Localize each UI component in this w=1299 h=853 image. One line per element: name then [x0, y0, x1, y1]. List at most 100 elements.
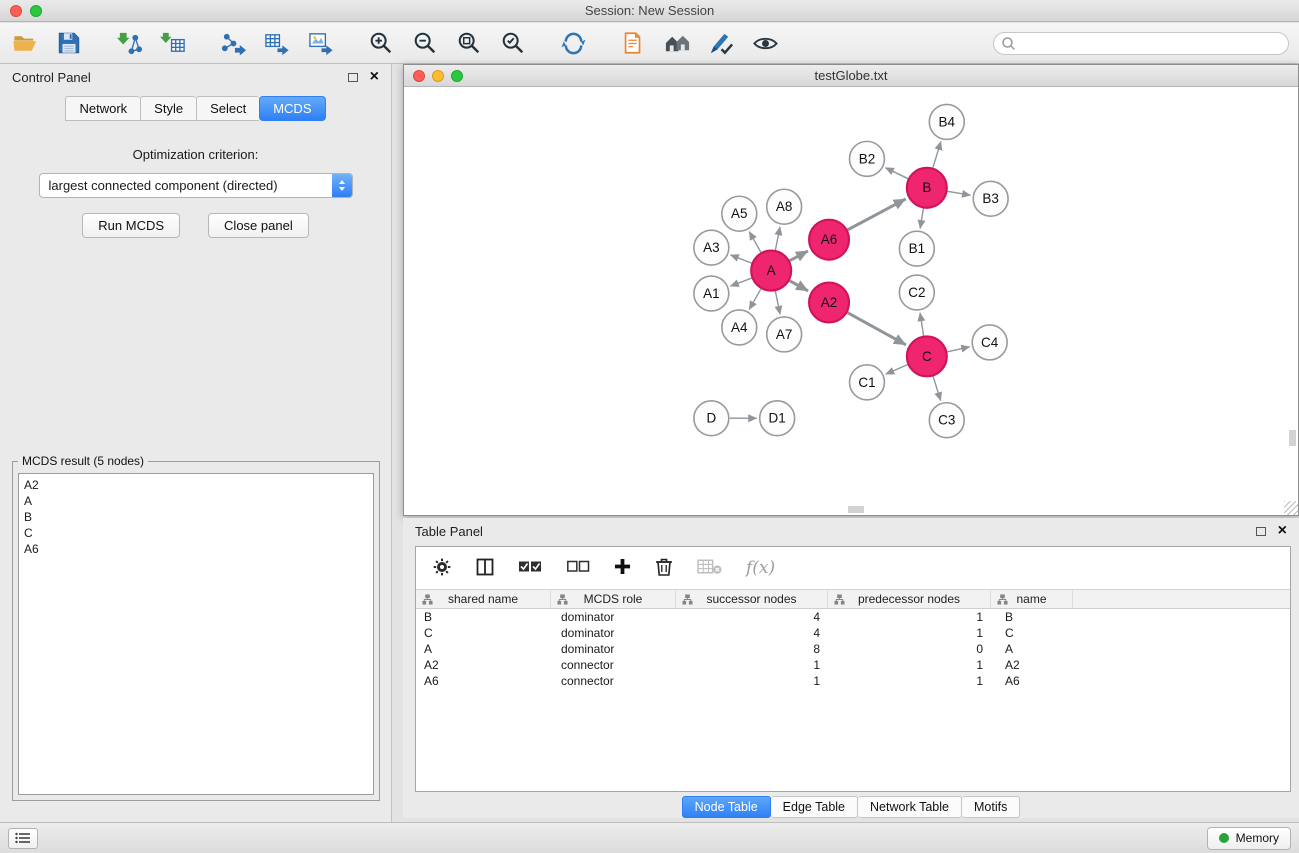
column-header-name[interactable]: name [991, 590, 1073, 608]
table-cell[interactable]: 4 [676, 610, 828, 624]
edge-A-A7[interactable] [775, 291, 780, 314]
node-B[interactable]: B [907, 168, 947, 208]
zoom-in-button[interactable] [364, 26, 398, 60]
export-image-button[interactable] [304, 26, 338, 60]
table-cell[interactable]: dominator [551, 610, 676, 624]
edge-A-A4[interactable] [749, 289, 761, 310]
node-C3[interactable]: C3 [929, 403, 964, 438]
tab-mcds[interactable]: MCDS [259, 96, 325, 121]
table-cell[interactable]: 1 [676, 658, 828, 672]
table-cell[interactable]: A [991, 642, 1073, 656]
table-cell[interactable]: B [991, 610, 1073, 624]
edge-A-A3[interactable] [730, 255, 751, 263]
edge-A-A5[interactable] [749, 232, 761, 253]
table-settings-button[interactable] [432, 557, 452, 580]
node-B2[interactable]: B2 [850, 141, 885, 176]
edge-B-B4[interactable] [933, 141, 941, 167]
table-cell[interactable]: B [416, 610, 551, 624]
table-cell[interactable]: dominator [551, 626, 676, 640]
node-B3[interactable]: B3 [973, 181, 1008, 216]
table-cell[interactable]: dominator [551, 642, 676, 656]
table-cell[interactable]: 1 [828, 626, 991, 640]
import-network-button[interactable] [112, 26, 146, 60]
node-C1[interactable]: C1 [850, 365, 885, 400]
delete-column-button[interactable] [655, 557, 673, 580]
table-cell[interactable]: A6 [416, 674, 551, 688]
table-cell[interactable]: 8 [676, 642, 828, 656]
node-A[interactable]: A [751, 251, 791, 291]
close-panel-button[interactable]: Close panel [208, 213, 309, 238]
close-table-panel-icon[interactable]: × [1278, 525, 1287, 537]
network-window-titlebar[interactable]: testGlobe.txt [404, 65, 1298, 87]
table-cell[interactable]: connector [551, 658, 676, 672]
table-row[interactable]: Cdominator41C [416, 625, 1290, 641]
import-table-button[interactable] [156, 26, 190, 60]
dropdown-stepper[interactable] [332, 174, 352, 197]
edge-C-C3[interactable] [933, 376, 941, 400]
tab-style[interactable]: Style [140, 96, 196, 121]
network-canvas[interactable]: B4B2BB3A8A5A6A3B1AC2A1A2A4A7C4CC1C3DD1 [404, 88, 1298, 515]
edge-A-A6[interactable] [790, 251, 808, 261]
show-columns-button[interactable] [476, 558, 494, 579]
table-cell[interactable]: 1 [828, 658, 991, 672]
edge-B-B1[interactable] [920, 208, 923, 228]
table-cell[interactable]: C [416, 626, 551, 640]
table-cell[interactable]: 1 [676, 674, 828, 688]
resize-grip[interactable] [1284, 501, 1298, 515]
edge-A-A8[interactable] [775, 227, 780, 250]
close-window-button[interactable] [10, 5, 22, 17]
node-C4[interactable]: C4 [972, 325, 1007, 360]
node-A4[interactable]: A4 [722, 310, 757, 345]
node-C2[interactable]: C2 [899, 275, 934, 310]
network-graph[interactable]: B4B2BB3A8A5A6A3B1AC2A1A2A4A7C4CC1C3DD1 [404, 88, 1298, 515]
result-item-c[interactable]: C [24, 525, 368, 541]
edge-A-A1[interactable] [730, 278, 751, 286]
edge-C-C1[interactable] [886, 365, 908, 374]
search-input[interactable] [1020, 33, 1288, 54]
apply-layout-button[interactable] [556, 26, 590, 60]
export-table-button[interactable] [260, 26, 294, 60]
table-cell[interactable]: A [416, 642, 551, 656]
node-D1[interactable]: D1 [760, 401, 795, 436]
open-folder-button[interactable] [8, 26, 42, 60]
export-network-button[interactable] [216, 26, 250, 60]
node-D[interactable]: D [694, 401, 729, 436]
table-cell[interactable]: 4 [676, 626, 828, 640]
node-B4[interactable]: B4 [929, 104, 964, 139]
node-A5[interactable]: A5 [722, 196, 757, 231]
edge-C-C2[interactable] [920, 313, 924, 336]
graphics-details-button[interactable] [660, 26, 694, 60]
function-builder-button[interactable]: f(x) [746, 558, 775, 578]
horizontal-scrollbar-thumb[interactable] [848, 506, 864, 513]
table-cell[interactable]: A2 [991, 658, 1073, 672]
table-cell[interactable]: 1 [828, 674, 991, 688]
node-A1[interactable]: A1 [694, 276, 729, 311]
result-item-b[interactable]: B [24, 509, 368, 525]
node-A6[interactable]: A6 [809, 220, 849, 260]
tab-network[interactable]: Network [65, 96, 140, 121]
table-row[interactable]: Adominator80A [416, 641, 1290, 657]
edge-B-B3[interactable] [947, 191, 970, 195]
network-zoom-button[interactable] [451, 70, 463, 82]
node-A8[interactable]: A8 [767, 189, 802, 224]
tab-edge-table[interactable]: Edge Table [771, 796, 858, 818]
edge-C-C4[interactable] [947, 347, 969, 352]
table-cell[interactable]: A2 [416, 658, 551, 672]
node-A2[interactable]: A2 [809, 283, 849, 323]
table-row[interactable]: A6connector11A6 [416, 673, 1290, 689]
show-hide-button[interactable] [748, 26, 782, 60]
node-A3[interactable]: A3 [694, 230, 729, 265]
table-cell[interactable]: 0 [828, 642, 991, 656]
column-header-shared-name[interactable]: shared name [416, 590, 551, 608]
tab-node-table[interactable]: Node Table [682, 796, 771, 818]
tab-network-table[interactable]: Network Table [858, 796, 962, 818]
zoom-out-button[interactable] [408, 26, 442, 60]
tab-motifs[interactable]: Motifs [962, 796, 1020, 818]
float-table-panel-icon[interactable] [1256, 527, 1266, 536]
node-C[interactable]: C [907, 336, 947, 376]
result-item-a2[interactable]: A2 [24, 477, 368, 493]
search-box[interactable] [993, 32, 1289, 55]
table-row[interactable]: Bdominator41B [416, 609, 1290, 625]
network-close-button[interactable] [413, 70, 425, 82]
table-cell[interactable]: A6 [991, 674, 1073, 688]
